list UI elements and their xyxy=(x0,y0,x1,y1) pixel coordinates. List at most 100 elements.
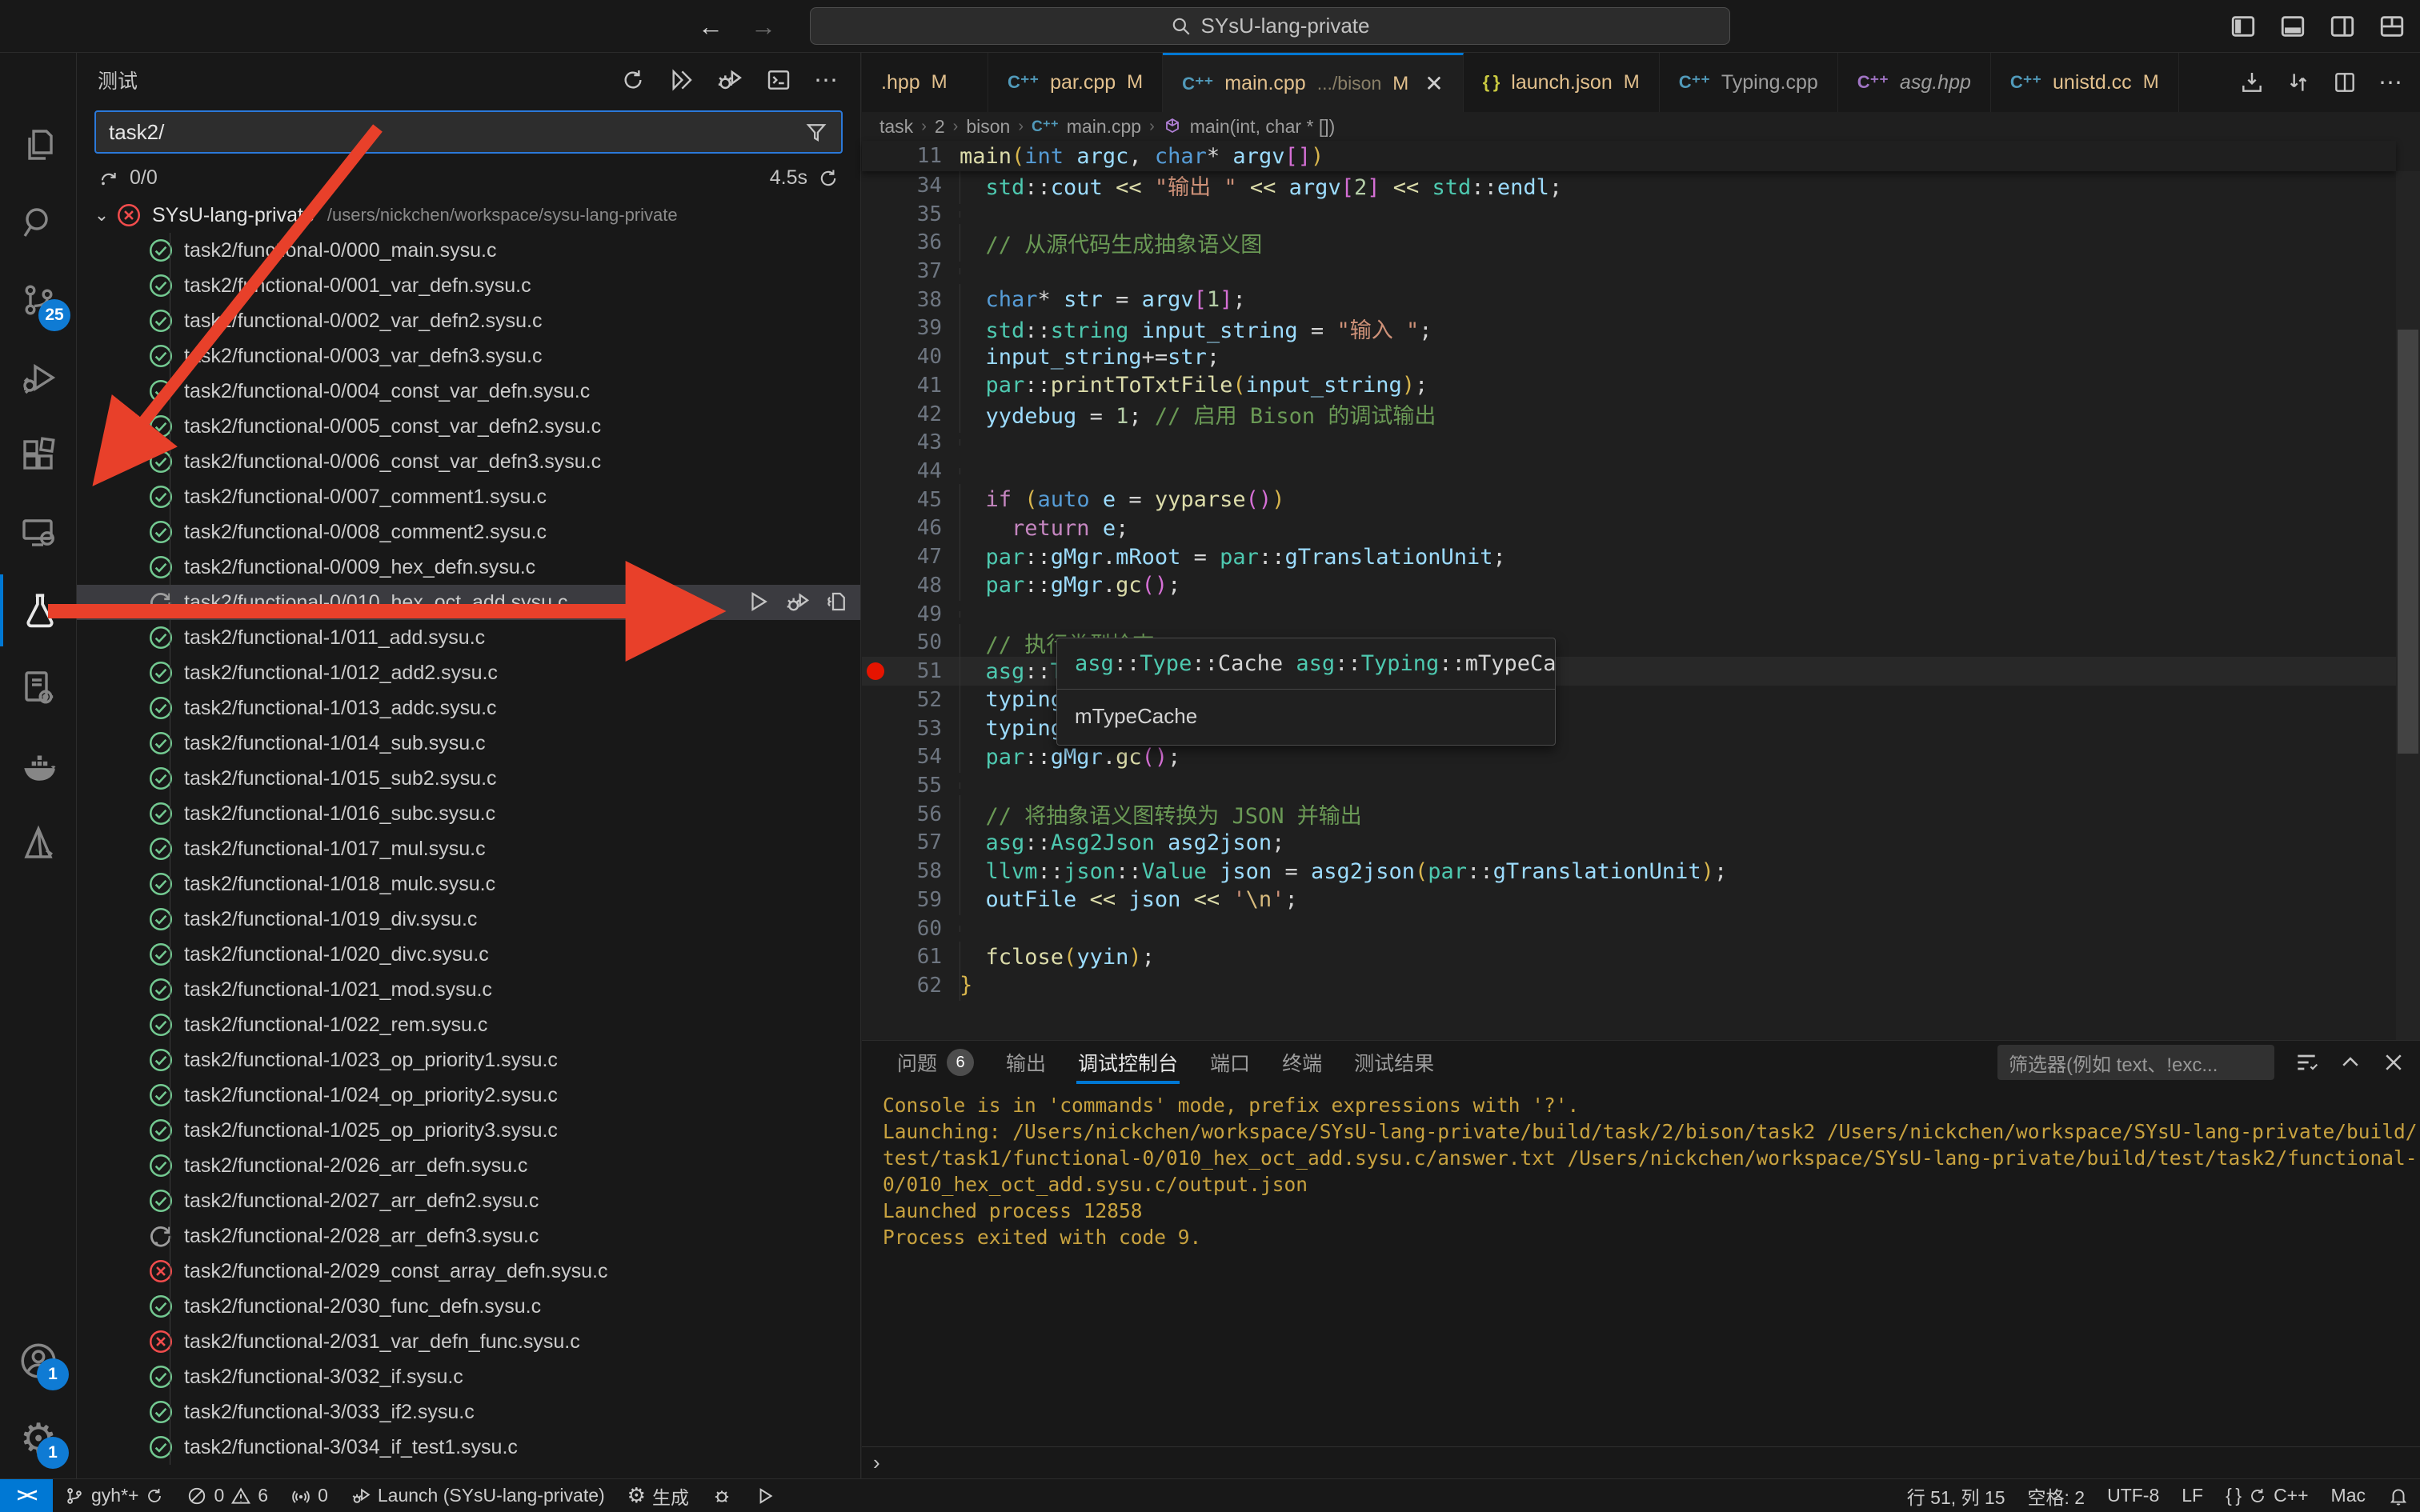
test-item-row[interactable]: task2/functional-0/000_main.sysu.c xyxy=(77,233,860,268)
chevron-down-icon[interactable]: ⌄ xyxy=(88,205,115,226)
test-item-row[interactable]: task2/functional-1/023_op_priority1.sysu… xyxy=(77,1042,860,1078)
run-test-icon[interactable] xyxy=(747,590,771,614)
split-editor-icon[interactable] xyxy=(2332,70,2358,95)
ports-status[interactable]: 0 xyxy=(279,1479,339,1512)
close-tab-icon[interactable]: ✕ xyxy=(1424,70,1443,97)
test-item-row[interactable]: task2/functional-1/014_sub.sysu.c xyxy=(77,726,860,761)
encoding-status[interactable]: UTF-8 xyxy=(2096,1479,2170,1512)
code-line[interactable]: 35 xyxy=(862,200,2396,229)
customize-layout-icon[interactable] xyxy=(2378,13,2406,40)
panel-tab[interactable]: 问题6 xyxy=(881,1041,990,1084)
test-item-row[interactable]: task2/functional-1/022_rem.sysu.c xyxy=(77,1007,860,1042)
test-item-row[interactable]: task2/functional-0/009_hex_defn.sysu.c xyxy=(77,550,860,585)
test-item-row[interactable]: task2/functional-0/001_var_defn.sysu.c xyxy=(77,268,860,303)
test-item-row[interactable]: task2/functional-1/025_op_priority3.sysu… xyxy=(77,1113,860,1148)
maximize-panel-icon[interactable] xyxy=(2338,1050,2362,1074)
language-status[interactable]: { } C++ xyxy=(2214,1479,2319,1512)
test-item-row[interactable]: task2/functional-0/006_const_var_defn3.s… xyxy=(77,444,860,479)
breadcrumb-item[interactable]: bison xyxy=(966,116,1010,138)
panel-tab[interactable]: 端口 xyxy=(1194,1041,1266,1084)
extensions-icon[interactable] xyxy=(0,419,77,491)
play-status[interactable] xyxy=(743,1479,787,1512)
code-line[interactable]: 45 if (auto e = yyparse()) xyxy=(862,486,2396,514)
test-item-row[interactable]: task2/functional-2/031_var_defn_func.sys… xyxy=(77,1324,860,1359)
editor-tab[interactable]: C⁺⁺Typing.cpp xyxy=(1660,53,1838,112)
console-filter-input[interactable]: 筛选器(例如 text、!exc... xyxy=(1997,1045,2274,1080)
nav-forward-icon[interactable]: → xyxy=(751,12,776,42)
editor-tab[interactable]: C⁺⁺main.cpp.../bisonM✕ xyxy=(1163,53,1464,112)
close-panel-icon[interactable] xyxy=(2382,1050,2406,1074)
test-filter-input[interactable]: task2/ xyxy=(94,110,843,154)
code-line[interactable]: 43 xyxy=(862,428,2396,457)
test-item-row[interactable]: task2/functional-1/011_add.sysu.c xyxy=(77,620,860,655)
sticky-scroll-line[interactable]: 11main(int argc, char* argv[]) xyxy=(862,141,2396,171)
code-line[interactable]: 55 xyxy=(862,771,2396,800)
breadcrumb-item[interactable]: 2 xyxy=(935,116,945,138)
test-item-row[interactable]: task2/functional-1/013_addc.sysu.c xyxy=(77,690,860,726)
breakpoint-margin[interactable] xyxy=(862,662,889,680)
remote-explorer-icon[interactable] xyxy=(0,497,77,569)
notifications-status[interactable] xyxy=(2377,1479,2420,1512)
code-line[interactable]: 37 xyxy=(862,257,2396,286)
launch-status[interactable]: Launch (SYsU-lang-private) xyxy=(339,1479,616,1512)
test-item-row[interactable]: task2/functional-1/017_mul.sysu.c xyxy=(77,831,860,866)
test-item-row[interactable]: task2/functional-1/024_op_priority2.sysu… xyxy=(77,1078,860,1113)
cmake-icon[interactable] xyxy=(0,807,77,879)
editor-tab[interactable]: { }launch.jsonM xyxy=(1464,53,1660,112)
panel-tab[interactable]: 终端 xyxy=(1266,1041,1338,1084)
eol-status[interactable]: LF xyxy=(2170,1479,2214,1512)
test-item-row[interactable]: task2/functional-3/034_if_test1.sysu.c xyxy=(77,1430,860,1465)
debug-console-output[interactable]: Console is in 'commands' mode, prefix ex… xyxy=(862,1084,2420,1446)
test-item-row[interactable]: task2/functional-1/019_div.sysu.c xyxy=(77,902,860,937)
build-status[interactable]: ⚙ 生成 xyxy=(616,1479,700,1512)
branch-status[interactable]: gyh*+ xyxy=(53,1479,175,1512)
editor-tab[interactable]: C⁺⁺unistd.ccM xyxy=(1991,53,2179,112)
code-line[interactable]: 34 std::cout << "输出 " << argv[2] << std:… xyxy=(862,171,2396,200)
os-status[interactable]: Mac xyxy=(2320,1479,2377,1512)
compare-changes-icon[interactable] xyxy=(2286,70,2311,95)
remote-indicator[interactable]: >< xyxy=(0,1479,53,1512)
bug-status[interactable] xyxy=(700,1479,743,1512)
panel-filter-icon[interactable] xyxy=(2294,1050,2319,1075)
toggle-sidebar-icon[interactable] xyxy=(2230,13,2257,40)
editor-tab[interactable]: C⁺⁺par.cppM xyxy=(988,53,1163,112)
breadcrumb-item[interactable]: main.cpp xyxy=(1067,116,1141,138)
test-item-row[interactable]: task2/functional-1/015_sub2.sysu.c xyxy=(77,761,860,796)
breadcrumb-item[interactable]: main(int, char * []) xyxy=(1190,116,1336,138)
rerun-icon[interactable] xyxy=(817,167,839,190)
save-all-icon[interactable] xyxy=(2239,70,2265,95)
test-item-row[interactable]: task2/functional-1/016_subc.sysu.c xyxy=(77,796,860,831)
search-sidebar-icon[interactable] xyxy=(0,186,77,258)
problems-status[interactable]: 0 6 xyxy=(175,1479,279,1512)
editor-tab[interactable]: .hppM xyxy=(862,53,988,112)
test-item-row[interactable]: task2/functional-0/008_comment2.sysu.c xyxy=(77,514,860,550)
code-line[interactable]: 44 xyxy=(862,457,2396,486)
testing-icon[interactable] xyxy=(0,574,77,646)
breakpoint-icon[interactable] xyxy=(867,662,884,680)
code-line[interactable]: 60 xyxy=(862,914,2396,943)
debug-console-input[interactable]: › xyxy=(862,1446,2420,1478)
code-line[interactable]: 47 par::gMgr.mRoot = par::gTranslationUn… xyxy=(862,542,2396,571)
code-line[interactable]: 56 // 将抽象语义图转换为 JSON 并输出 xyxy=(862,800,2396,829)
code-line[interactable]: 54 par::gMgr.gc(); xyxy=(862,742,2396,771)
refresh-tests-icon[interactable] xyxy=(620,67,646,93)
code-line[interactable]: 58 llvm::json::Value json = asg2json(par… xyxy=(862,857,2396,886)
panel-tab[interactable]: 输出 xyxy=(990,1041,1062,1084)
command-center-search[interactable]: SYsU-lang-private xyxy=(810,7,1730,45)
panel-tab[interactable]: 调试控制台 xyxy=(1062,1041,1194,1084)
code-line[interactable]: 61 fclose(yyin); xyxy=(862,942,2396,971)
editor-scrollbar[interactable] xyxy=(2396,171,2420,1040)
test-item-row[interactable]: task2/functional-0/004_const_var_defn.sy… xyxy=(77,374,860,409)
code-line[interactable]: 62} xyxy=(862,971,2396,1000)
accounts-icon[interactable]: 1 xyxy=(0,1325,77,1397)
toggle-panel-icon[interactable] xyxy=(2279,13,2306,40)
code-line[interactable]: 49 xyxy=(862,600,2396,629)
test-item-row[interactable]: task2/functional-1/018_mulc.sysu.c xyxy=(77,866,860,902)
run-all-tests-icon[interactable] xyxy=(668,67,694,93)
more-actions-icon[interactable]: ⋯ xyxy=(814,66,839,94)
test-item-row[interactable]: task2/functional-2/028_arr_defn3.sysu.c xyxy=(77,1218,860,1254)
debug-test-icon[interactable] xyxy=(785,590,811,615)
debug-tests-icon[interactable] xyxy=(716,66,743,94)
test-item-row[interactable]: task2/functional-1/020_divc.sysu.c xyxy=(77,937,860,972)
code-line[interactable]: 48 par::gMgr.gc(); xyxy=(862,571,2396,600)
